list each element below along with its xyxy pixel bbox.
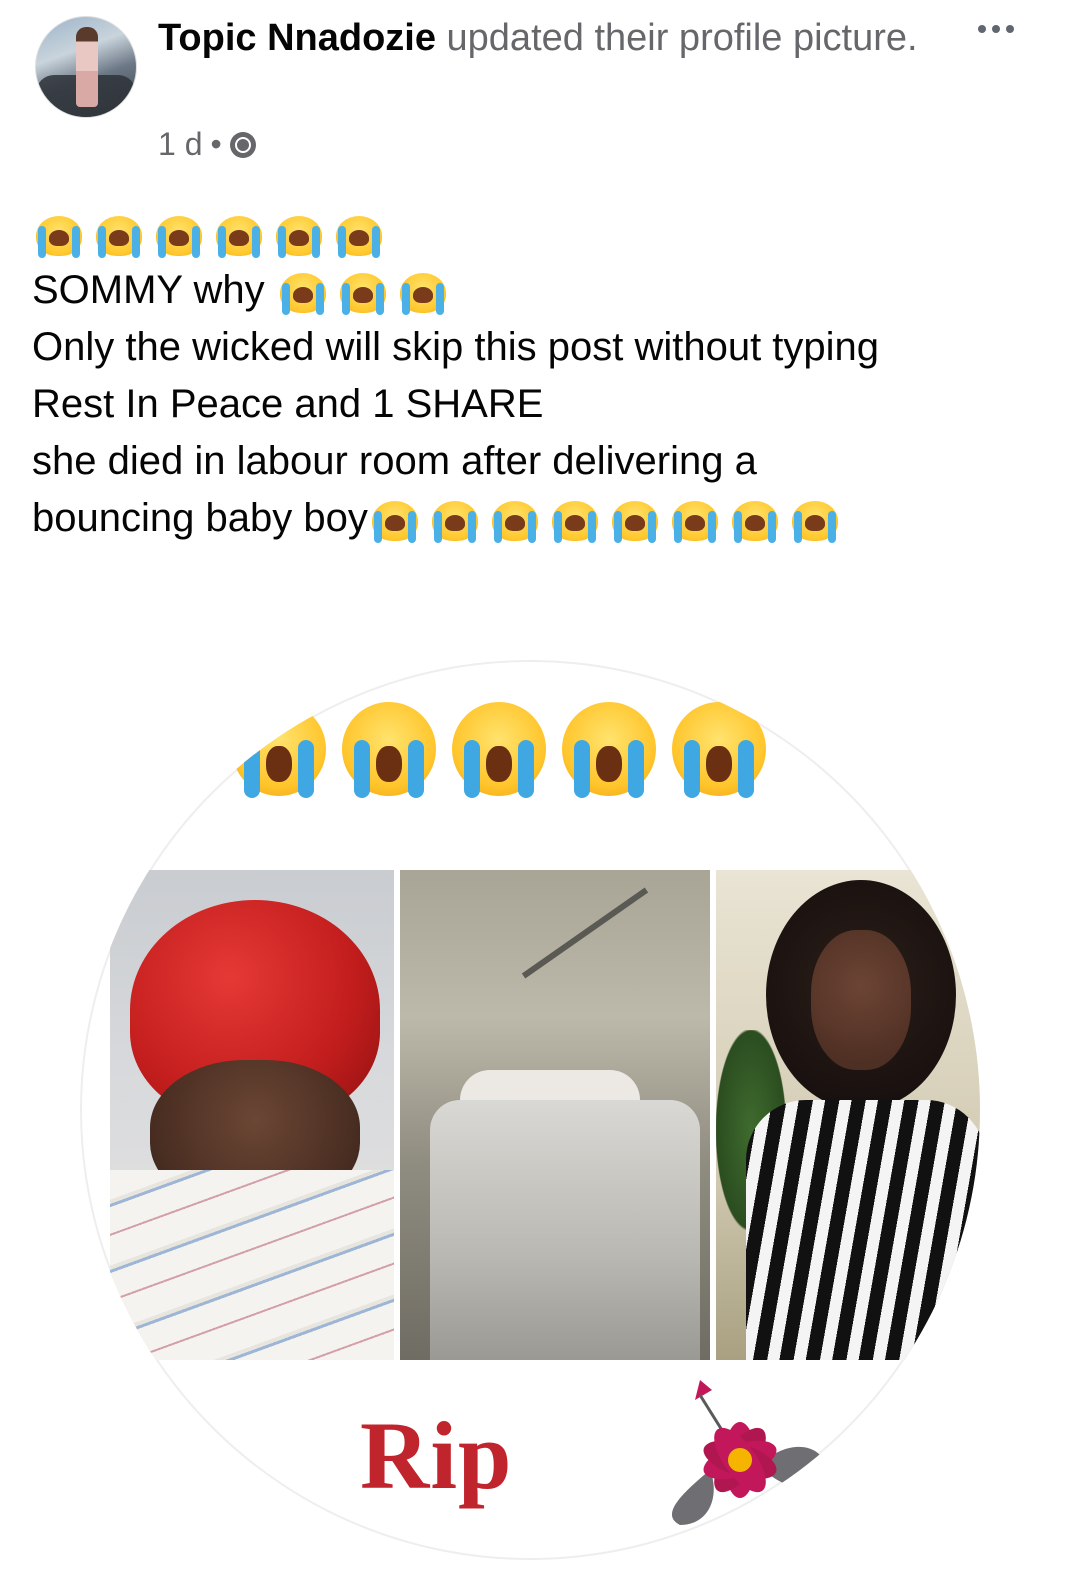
loudly-crying-face-icon [340, 700, 438, 798]
loudly-crying-face-icon [428, 495, 482, 545]
loudly-crying-face-icon [332, 210, 386, 260]
loudly-crying-face-icon [32, 210, 86, 260]
loudly-crying-face-icon [728, 495, 782, 545]
post-line-3: Only the wicked will skip this post with… [32, 325, 880, 369]
profile-picture-photo[interactable]: Rip [60, 650, 1000, 1591]
post-text-sommy: SOMMY why [32, 268, 265, 312]
loudly-crying-face-icon [488, 495, 542, 545]
loudly-crying-face-icon [230, 700, 328, 798]
collage-hospital-photo [400, 870, 710, 1360]
rip-caption: Rip [360, 1402, 513, 1509]
post-line-5: she died in labour room after delivering… [32, 439, 757, 483]
post-line-6: bouncing baby boy [32, 490, 1052, 547]
loudly-crying-face-icon [548, 495, 602, 545]
photo-collage [110, 870, 980, 1360]
loudly-crying-face-icon [670, 700, 768, 798]
emoji-row [32, 210, 386, 260]
loudly-crying-face-icon [336, 267, 390, 317]
more-options-icon [978, 25, 986, 33]
loudly-crying-face-icon [788, 495, 842, 545]
loudly-crying-face-icon [560, 700, 658, 798]
loudly-crying-face-icon [152, 210, 206, 260]
post-header: Topic Nnadozie updated their profile pic… [0, 0, 1080, 180]
post-body: SOMMY why Only the wicked will skip this… [32, 205, 1052, 547]
emoji-row [368, 495, 842, 545]
globe-icon[interactable] [229, 131, 256, 158]
post-time[interactable]: 1 d [158, 126, 202, 163]
post-meta: 1 d • [158, 126, 256, 163]
photo-emoji-row [230, 700, 768, 798]
loudly-crying-face-icon [668, 495, 722, 545]
loudly-crying-face-icon [272, 210, 326, 260]
avatar-person [76, 27, 98, 107]
meta-separator: • [210, 126, 222, 162]
loudly-crying-face-icon [608, 495, 662, 545]
flower-icon [671, 1380, 826, 1525]
post-line-2: SOMMY why [32, 262, 1052, 319]
author-avatar[interactable] [35, 16, 137, 118]
author-name[interactable]: Topic Nnadozie [158, 17, 436, 59]
post-title: Topic Nnadozie updated their profile pic… [158, 12, 938, 64]
post-line-4: Rest In Peace and 1 SHARE [32, 382, 544, 426]
loudly-crying-face-icon [276, 267, 330, 317]
post-action: updated their profile picture. [446, 17, 918, 59]
profile-picture-circle[interactable]: Rip [80, 660, 980, 1560]
loudly-crying-face-icon [92, 210, 146, 260]
post-text-baby: bouncing baby boy [32, 496, 368, 540]
collage-woman-photo [715, 870, 980, 1360]
collage-baby-photo [110, 870, 395, 1360]
loudly-crying-face-icon [450, 700, 548, 798]
more-options-button[interactable] [966, 14, 1026, 44]
loudly-crying-face-icon [396, 267, 450, 317]
emoji-row [276, 267, 450, 317]
post-line-1 [32, 205, 1052, 262]
loudly-crying-face-icon [368, 495, 422, 545]
loudly-crying-face-icon [212, 210, 266, 260]
